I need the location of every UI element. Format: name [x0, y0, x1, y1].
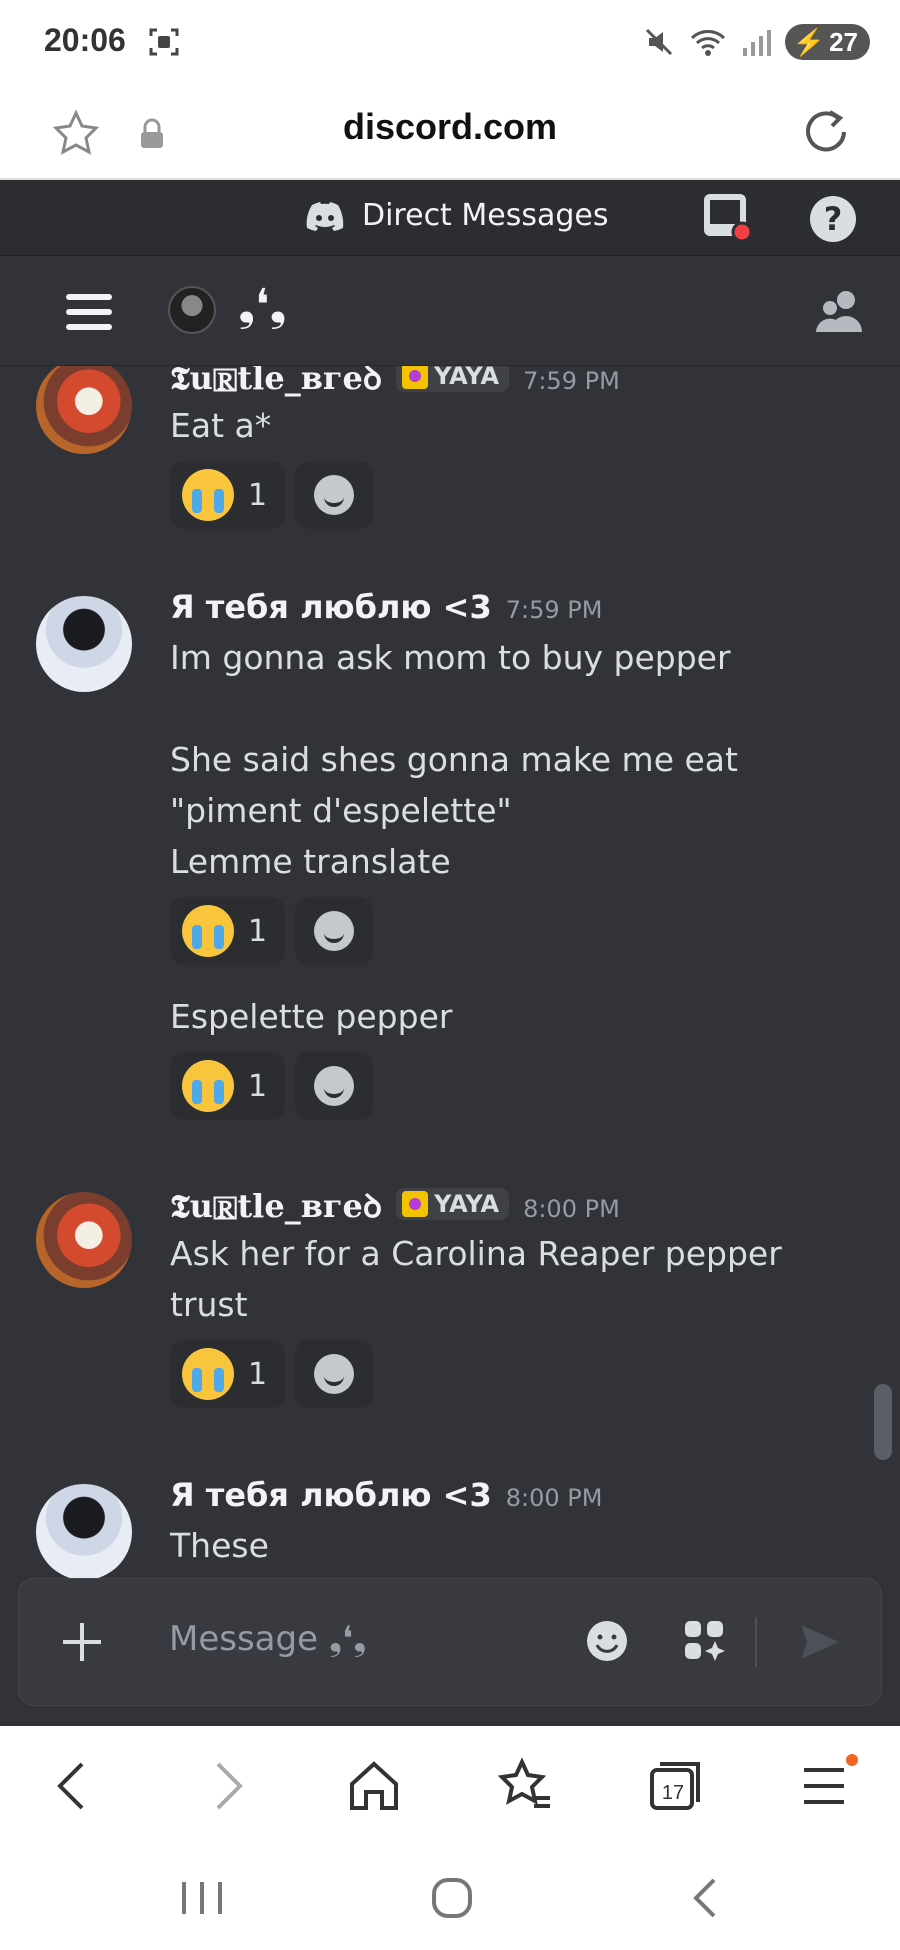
- discord-logo-icon: [306, 201, 344, 231]
- avatar[interactable]: [36, 1192, 132, 1288]
- tab-count: 17: [661, 1782, 685, 1804]
- username[interactable]: Я тебя люблю <3: [170, 588, 492, 626]
- loudly-crying-emoji-icon: [182, 905, 234, 957]
- help-icon[interactable]: ?: [810, 196, 856, 242]
- loudly-crying-emoji-icon: [182, 469, 234, 521]
- message-text: These: [170, 1526, 269, 1565]
- avatar[interactable]: [36, 366, 132, 454]
- bookmarks-icon[interactable]: [494, 1754, 558, 1818]
- reaction-loudly-crying[interactable]: 1: [170, 897, 286, 965]
- apps-icon[interactable]: [681, 1617, 727, 1663]
- battery-level: 27: [829, 26, 858, 57]
- reaction-loudly-crying[interactable]: 1: [170, 1052, 286, 1120]
- scrollbar[interactable]: [874, 1384, 892, 1460]
- role-tag: YAYA: [396, 366, 510, 392]
- username[interactable]: 𝕿u🅁tle_вгеꝺ: [170, 366, 382, 399]
- charging-icon: ⚡: [792, 26, 826, 57]
- reaction-loudly-crying[interactable]: 1: [170, 461, 286, 529]
- timestamp: 8:00 PM: [505, 1484, 603, 1512]
- loudly-crying-emoji-icon: [182, 1060, 234, 1112]
- browser-menu-icon[interactable]: [794, 1754, 858, 1818]
- url-text[interactable]: discord.com: [0, 106, 900, 148]
- browser-bottom-nav: 17: [0, 1726, 900, 1846]
- home-icon[interactable]: [342, 1754, 406, 1818]
- role-tag: YAYA: [396, 1188, 510, 1220]
- signal-icon: [742, 30, 771, 56]
- members-icon[interactable]: [816, 288, 866, 334]
- plus-icon[interactable]: [59, 1619, 105, 1665]
- reaction-loudly-crying[interactable]: 1: [170, 1340, 286, 1408]
- add-reaction-button[interactable]: [295, 461, 374, 529]
- screenshot-icon: [149, 28, 179, 56]
- emoji-icon[interactable]: [585, 1619, 629, 1663]
- menu-icon[interactable]: [66, 294, 112, 330]
- message-input[interactable]: Message ❟❛❟: [169, 1619, 366, 1659]
- inbox-icon[interactable]: [702, 192, 754, 244]
- status-time: 20:06: [44, 22, 126, 58]
- smile-icon: [314, 1354, 355, 1394]
- header-title: Direct Messages: [362, 198, 609, 233]
- add-reaction-button[interactable]: [295, 1052, 374, 1120]
- message-list[interactable]: 𝕿u🅁tle_вгеꝺ YAYA 7:59 PM Eat a* 1 Я тебя…: [0, 366, 900, 1578]
- message-text: Ask her for a Carolina Reaper pepper: [170, 1234, 782, 1273]
- discord-top-bar: Direct Messages ?: [0, 180, 900, 256]
- add-reaction-button[interactable]: [295, 1340, 374, 1408]
- system-back-icon[interactable]: [676, 1868, 736, 1928]
- recent-apps-icon[interactable]: [172, 1868, 232, 1928]
- avatar[interactable]: [36, 596, 132, 692]
- composer-divider: [755, 1617, 757, 1667]
- message-text: "piment d'espelette": [170, 791, 512, 830]
- message-text: She said shes gonna make me eat: [170, 740, 738, 779]
- crown-icon: [402, 1191, 429, 1217]
- crown-icon: [402, 366, 429, 389]
- timestamp: 8:00 PM: [523, 1195, 620, 1223]
- system-nav-bar: [0, 1846, 900, 1950]
- username[interactable]: Я тебя люблю <3: [170, 1476, 492, 1514]
- back-icon[interactable]: [42, 1754, 106, 1818]
- forward-icon[interactable]: [194, 1754, 258, 1818]
- mute-icon: [645, 28, 672, 56]
- timestamp: 7:59 PM: [505, 596, 603, 624]
- tabs-button[interactable]: 17: [644, 1754, 708, 1818]
- channel-header: ❟❛❟: [0, 256, 900, 366]
- loudly-crying-emoji-icon: [182, 1348, 234, 1400]
- message-composer[interactable]: Message ❟❛❟: [18, 1578, 882, 1706]
- composer-area: Message ❟❛❟: [0, 1578, 900, 1726]
- avatar[interactable]: [36, 1484, 132, 1578]
- message-text: Espelette pepper: [170, 997, 453, 1036]
- system-home-icon[interactable]: [422, 1868, 482, 1928]
- message-text: Lemme translate: [170, 842, 451, 881]
- message-text: [170, 683, 860, 734]
- channel-name: ❟❛❟: [238, 280, 287, 331]
- message-text: Eat a*: [170, 406, 272, 445]
- message-text: trust: [170, 1285, 248, 1324]
- wifi-icon: [690, 30, 725, 56]
- send-icon[interactable]: [797, 1619, 843, 1665]
- browser-url-bar: discord.com: [0, 86, 900, 180]
- message-text: Im gonna ask mom to buy pepper: [170, 638, 731, 677]
- timestamp: 7:59 PM: [523, 367, 620, 395]
- reload-icon[interactable]: [800, 106, 852, 158]
- group-avatar[interactable]: [168, 286, 216, 334]
- smile-icon: [314, 911, 355, 951]
- battery-indicator: ⚡ 27: [784, 24, 870, 60]
- username[interactable]: 𝕿u🅁tle_вгеꝺ: [170, 1184, 382, 1227]
- add-reaction-button[interactable]: [295, 897, 374, 965]
- smile-icon: [314, 1066, 355, 1106]
- status-bar: 20:06 ⚡ 27: [0, 0, 900, 86]
- smile-icon: [314, 475, 355, 515]
